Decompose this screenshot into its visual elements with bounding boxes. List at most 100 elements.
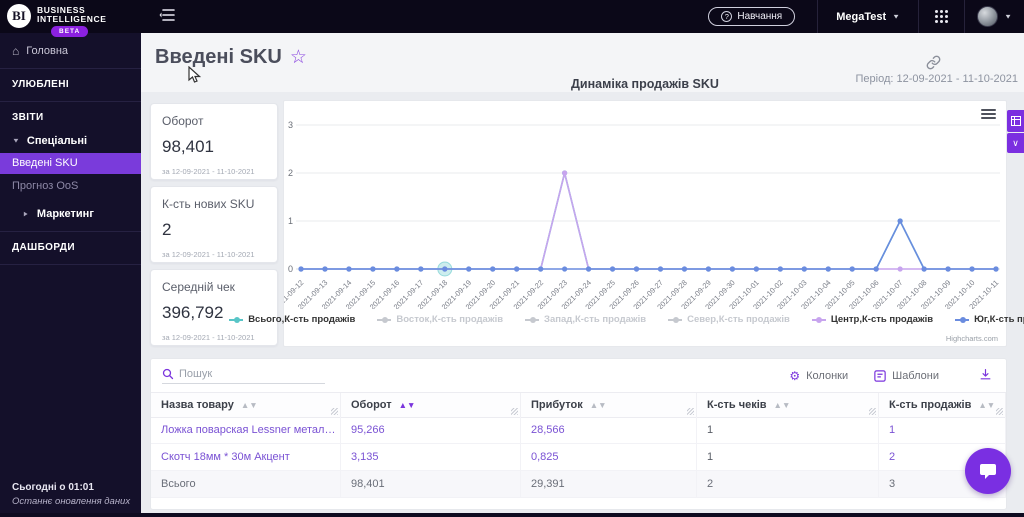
chat-bubble-icon xyxy=(980,464,996,479)
product-name-link[interactable]: Скотч 18мм * 30м Акцент xyxy=(151,444,341,471)
chart-table-view-button[interactable] xyxy=(1007,110,1024,132)
kpi-value: 98,401 xyxy=(162,137,214,156)
table-body: Ложка поварская Lessner металл Antonia95… xyxy=(151,417,1006,498)
column-header[interactable]: Прибуток ▲▼ xyxy=(521,393,697,417)
legend-marker-icon xyxy=(955,316,970,324)
kpi-card[interactable]: К-сть нових SKU 2 за 12-09-2021 - 11-10-20… xyxy=(150,186,278,263)
table-cell: 98,401 xyxy=(341,471,521,498)
legend-item[interactable]: Запад,К-сть продажів xyxy=(525,314,646,325)
chat-widget-button[interactable] xyxy=(965,448,1011,494)
sort-icon[interactable]: ▲▼ xyxy=(241,393,258,417)
kpi-value: 2 xyxy=(162,220,172,239)
bi-logo-icon: BI xyxy=(7,4,31,28)
page-title: Введені SKU ☆ xyxy=(155,46,307,68)
beta-badge: BETA xyxy=(51,26,89,37)
column-header[interactable]: К-сть продажів ▲▼ xyxy=(879,393,1006,417)
kpi-label: Середній чек xyxy=(162,280,235,294)
sort-icon[interactable]: ▲▼ xyxy=(590,393,607,417)
sidebar-toggle-icon[interactable] xyxy=(159,8,175,25)
user-menu[interactable]: ▼ xyxy=(965,6,1024,27)
table-row: Ложка поварская Lessner металл Antonia95… xyxy=(151,417,1006,444)
column-resize-handle[interactable] xyxy=(511,408,518,415)
table-total-row: Всього 98,401 29,391 2 3 xyxy=(151,471,1006,498)
sort-icon[interactable]: ▲▼ xyxy=(774,393,791,417)
mouse-cursor xyxy=(188,66,201,83)
kpi-label: К-сть нових SKU xyxy=(162,197,255,211)
columns-button[interactable]: ⚙ Колонки xyxy=(789,369,848,383)
divider xyxy=(0,264,141,265)
table-cell: 1 xyxy=(879,417,1006,444)
legend-label: Север,К-сть продажів xyxy=(687,314,790,325)
divider xyxy=(0,101,141,102)
sort-icon[interactable]: ▲▼ xyxy=(399,393,416,417)
legend-item[interactable]: Центр,К-сть продажів xyxy=(811,314,933,325)
kpi-card[interactable]: Оборот 98,401 за 12-09-2021 - 11-10-2021 xyxy=(150,103,278,180)
last-update-time: Сьогодні о 01:01 xyxy=(12,482,94,493)
favorite-star-icon[interactable]: ☆ xyxy=(290,47,307,68)
search-input[interactable] xyxy=(179,367,319,380)
kpi-period: за 12-09-2021 - 11-10-2021 xyxy=(162,167,255,176)
gear-icon: ⚙ xyxy=(789,368,801,383)
chevron-right-icon: ▼ xyxy=(21,210,30,218)
logo-text: BI xyxy=(12,8,26,23)
table-icon xyxy=(1010,116,1021,126)
legend-marker-icon xyxy=(811,316,826,324)
sales-dynamics-chart: 0 1 2 3 2021-09-12 2021-09-13 2021-09-14 2021-0… xyxy=(229,100,1024,347)
training-label: Навчання xyxy=(737,11,783,22)
sidebar-item-entered-sku[interactable]: Введені SKU xyxy=(0,153,141,174)
top-bar: BI BUSINESS INTELLIGENCE BETA ? Навчання… xyxy=(0,0,1024,37)
chevron-down-icon: ▼ xyxy=(12,137,20,145)
sidebar-group-special[interactable]: ▼ Спеціальні xyxy=(0,129,141,153)
legend-marker-icon xyxy=(229,316,244,324)
legend-marker-icon xyxy=(525,316,540,324)
chart-context-menu-icon[interactable] xyxy=(981,107,996,121)
kpi-period: за 12-09-2021 - 11-10-2021 xyxy=(162,250,255,259)
table-cell: 2 xyxy=(697,471,879,498)
apps-grid-icon[interactable] xyxy=(919,10,964,23)
legend-marker-icon xyxy=(668,316,683,324)
table-cell: 1 xyxy=(697,444,879,471)
workspace-name: MegaTest xyxy=(836,10,887,23)
column-header[interactable]: К-сть чеків ▲▼ xyxy=(697,393,879,417)
sidebar-item-oos-forecast[interactable]: Прогноз OoS xyxy=(0,174,141,198)
kpi-label: Оборот xyxy=(162,114,204,128)
column-header[interactable]: Назва товару ▲▼ xyxy=(151,393,341,417)
brand-line2: INTELLIGENCE xyxy=(37,14,107,24)
kpi-card[interactable]: Середній чек 396,792 за 12-09-2021 - 11-10… xyxy=(150,269,278,346)
table-toolbar: ⚙ Колонки Шаблони xyxy=(151,359,1006,392)
main-content: Введені SKU ☆ Період: 12-09-2021 - 11-10… xyxy=(141,33,1024,517)
column-resize-handle[interactable] xyxy=(687,408,694,415)
download-icon xyxy=(980,368,991,379)
workspace-selector[interactable]: MegaTest ▼ xyxy=(818,11,918,23)
legend-label: Юг,К-сть продажів xyxy=(974,314,1024,325)
download-button[interactable] xyxy=(979,368,992,384)
share-link-icon[interactable] xyxy=(926,55,941,75)
product-name-link[interactable]: Ложка поварская Lessner металл Antonia xyxy=(151,417,341,444)
training-button[interactable]: ? Навчання xyxy=(708,7,796,26)
template-icon xyxy=(874,369,886,382)
question-icon: ? xyxy=(721,11,733,22)
sidebar-group-marketing[interactable]: ▼ Маркетинг xyxy=(0,202,141,226)
chart-collapse-button[interactable]: ∨ xyxy=(1007,133,1024,153)
table-row: Скотч 18мм * 30м Акцент 3,135 0,825 1 2 xyxy=(151,444,1006,471)
last-update-info: Сьогодні о 01:01 Останнє оновлення даних xyxy=(12,482,130,507)
legend-item[interactable]: Восток,К-сть продажів xyxy=(377,314,503,325)
legend-label: Запад,К-сть продажів xyxy=(544,314,647,325)
legend-marker-icon xyxy=(377,316,392,324)
legend-item[interactable]: Всього,К-сть продажів xyxy=(229,314,355,325)
highcharts-credit[interactable]: Highcharts.com xyxy=(946,334,998,343)
sidebar-item-home[interactable]: ⌂ Головна xyxy=(0,39,141,63)
table-search[interactable] xyxy=(162,367,325,384)
last-update-caption: Останнє оновлення даних xyxy=(12,496,131,507)
column-header[interactable]: Оборот ▲▼ xyxy=(341,393,521,417)
column-resize-handle[interactable] xyxy=(331,408,338,415)
column-resize-handle[interactable] xyxy=(996,408,1003,415)
svg-text:3: 3 xyxy=(288,120,293,130)
sort-icon[interactable]: ▲▼ xyxy=(978,393,995,417)
legend-item[interactable]: Север,К-сть продажів xyxy=(668,314,790,325)
svg-text:2: 2 xyxy=(288,168,293,178)
templates-button[interactable]: Шаблони xyxy=(874,370,939,382)
column-resize-handle[interactable] xyxy=(869,408,876,415)
legend-item[interactable]: Юг,К-сть продажів xyxy=(955,314,1024,325)
table-cell: 28,566 xyxy=(521,417,697,444)
